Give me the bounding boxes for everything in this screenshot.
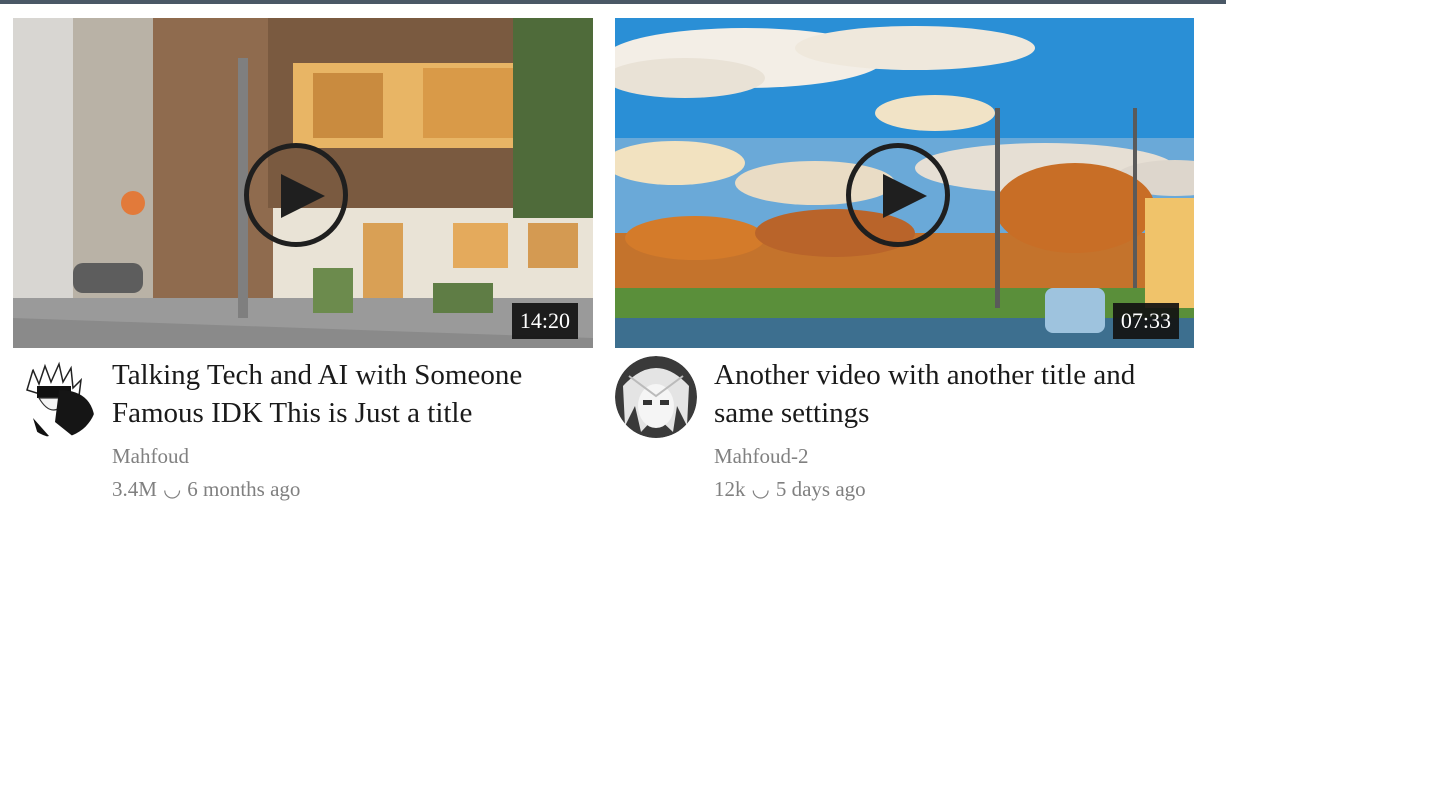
play-icon	[281, 174, 325, 218]
upload-age: 5 days ago	[775, 477, 866, 501]
channel-name[interactable]: Mahfoud-2	[714, 442, 1194, 470]
video-thumbnail[interactable]: 07:33	[615, 18, 1194, 348]
video-stats: 12k ◡ 5 days ago	[714, 475, 1194, 503]
duration-badge: 14:20	[511, 303, 578, 339]
video-title[interactable]: Another video with another title and sam…	[714, 356, 1194, 432]
play-button[interactable]	[244, 143, 348, 247]
duration-badge: 07:33	[1112, 303, 1179, 339]
video-meta: Another video with another title and sam…	[615, 356, 1194, 506]
upload-age: 6 months ago	[187, 477, 301, 501]
view-count: 3.4M	[112, 477, 157, 501]
video-thumbnail[interactable]: 14:20	[13, 18, 593, 348]
play-button[interactable]	[846, 143, 950, 247]
play-icon	[883, 174, 927, 218]
avatar[interactable]	[19, 360, 97, 438]
separator-icon: ◡	[751, 477, 770, 501]
avatar[interactable]	[615, 356, 697, 438]
channel-name[interactable]: Mahfoud	[112, 442, 593, 470]
separator-icon: ◡	[162, 477, 182, 501]
video-card[interactable]: 14:20 Talking Tech and AI with Someone F…	[13, 18, 593, 506]
video-title[interactable]: Talking Tech and AI with Someone Famous …	[112, 356, 593, 432]
top-border	[0, 0, 1226, 4]
avatar-image	[615, 356, 697, 438]
avatar-image	[19, 360, 97, 438]
video-meta: Talking Tech and AI with Someone Famous …	[13, 356, 593, 506]
video-card[interactable]: 07:33 Another video with another title a…	[615, 18, 1194, 506]
view-count: 12k	[714, 477, 746, 501]
video-stats: 3.4M ◡ 6 months ago	[112, 475, 593, 503]
